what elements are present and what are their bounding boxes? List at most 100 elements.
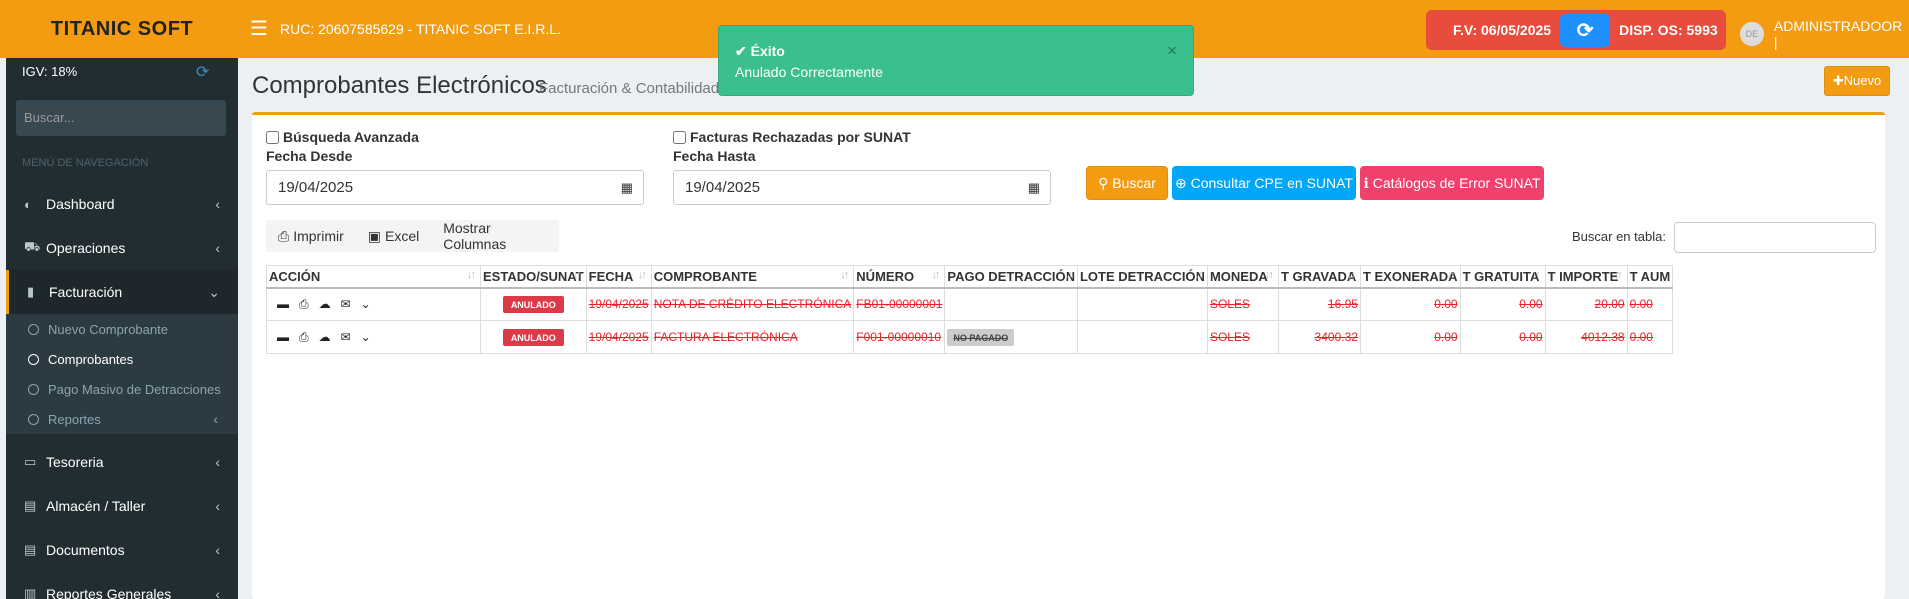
igv-refresh-icon[interactable]: ⟳ <box>196 62 209 82</box>
app-logo[interactable]: TITANIC SOFT <box>0 0 244 58</box>
success-toast: ✔ Éxito Anulado Correctamente × <box>718 25 1194 96</box>
cloud-download-icon[interactable]: ☁ <box>319 330 331 344</box>
table-row: ▬ ⎙ ☁ ✉ ⌄ ANULADO 19/04/2025 FACTURA ELE… <box>266 320 1674 354</box>
print-icon[interactable]: ⎙ <box>299 330 309 345</box>
sidebar-subitem-comprobantes[interactable]: Comprobantes <box>6 344 238 374</box>
col-t-aum[interactable]: T AUM <box>1626 265 1674 289</box>
col-estado[interactable]: ESTADO/SUNAT ↓↑ <box>480 265 587 289</box>
sidebar-item-label: Reportes Generales <box>46 586 172 599</box>
col-fecha[interactable]: FECHA ↓↑ <box>585 265 652 289</box>
col-t-exonerada[interactable]: T EXONERADA ↓↑ <box>1359 265 1461 289</box>
sidebar-item-facturacion[interactable]: ▮ Facturación ⌄ <box>6 270 238 314</box>
sidebar-item-label: Tesoreria <box>46 454 104 470</box>
truck-icon: ⛟ <box>24 239 41 254</box>
circle-icon <box>28 323 39 335</box>
show-columns-button[interactable]: Mostrar Columnas <box>431 220 559 252</box>
user-menu[interactable]: DE ADMINISTRADOOR | <box>1740 18 1909 50</box>
sort-icon: ↓↑ <box>1346 269 1356 281</box>
sort-icon: ↓↑ <box>572 269 582 281</box>
actions-cell: ▬ ⎙ ☁ ✉ ⌄ <box>266 287 481 321</box>
sidebar-search-input[interactable]: Buscar... <box>16 100 226 136</box>
invoice-icon: ▮ <box>27 284 35 299</box>
calendar-icon[interactable]: ▦ <box>621 180 633 196</box>
excel-button[interactable]: ▣ Excel <box>356 228 431 245</box>
chevron-left-icon: ‹ <box>215 498 220 514</box>
numero-cell: F001-00000010 <box>853 320 946 354</box>
col-moneda[interactable]: MONEDA ↓↑ <box>1206 265 1279 289</box>
col-t-importe[interactable]: T IMPORTE ↓↑ <box>1544 265 1628 289</box>
importe-cell: 4012.38 <box>1544 320 1628 354</box>
pago-cell <box>944 287 1078 321</box>
sidebar-item-dashboard[interactable]: ◐ Dashboard ‹ <box>6 182 238 226</box>
main-content: Comprobantes Electrónicos Facturación & … <box>244 58 1909 599</box>
error-catalog-button[interactable]: ℹ Catálogos de Error SUNAT <box>1360 166 1544 200</box>
date-to-field[interactable]: 19/04/2025 ▦ <box>673 170 1051 205</box>
page-subtitle: Facturación & Contabilidad <box>539 80 720 97</box>
email-icon[interactable]: ✉ <box>341 330 351 344</box>
col-pago-detraccion[interactable]: PAGO DETRACCIÓN ↓↑ <box>944 265 1078 289</box>
globe-icon: ⊕ <box>1175 174 1191 191</box>
col-numero[interactable]: NÚMERO ↓↑ <box>853 265 946 289</box>
calendar-icon[interactable]: ▦ <box>1028 180 1040 196</box>
checkbox[interactable] <box>266 130 279 144</box>
sidebar-subitem-pago-masivo[interactable]: Pago Masivo de Detracciones <box>6 374 238 404</box>
chevron-down-icon[interactable]: ⌄ <box>361 297 371 311</box>
status-badge: ANULADO <box>502 328 564 346</box>
ruc-text: RUC: 20607585629 - TITANIC SOFT E.I.R.L. <box>280 21 561 37</box>
checkbox[interactable] <box>673 130 686 144</box>
email-icon[interactable]: ✉ <box>341 297 351 311</box>
sidebar-item-documentos[interactable]: ▤ Documentos ‹ <box>6 528 238 572</box>
fecha-cell: 19/04/2025 <box>585 287 652 321</box>
sidebar-item-almacen[interactable]: ▤ Almacén / Taller ‹ <box>6 484 238 528</box>
numero-cell: FB01-00000001 <box>853 287 946 321</box>
chevron-left-icon: ‹ <box>215 196 220 212</box>
col-accion[interactable]: ACCIÓN ↓↑ <box>266 265 481 289</box>
col-t-gravada[interactable]: T GRAVADA ↓↑ <box>1277 265 1361 289</box>
button-label: Catálogos de Error SUNAT <box>1372 175 1541 191</box>
sidebar-item-label: Operaciones <box>46 240 126 256</box>
close-icon[interactable]: × <box>1167 41 1177 61</box>
sidebar-item-label: Documentos <box>46 542 125 558</box>
date-from-field[interactable]: 19/04/2025 ▦ <box>266 170 644 205</box>
circle-icon <box>28 383 39 395</box>
circle-icon <box>28 353 39 365</box>
col-lote-detraccion[interactable]: LOTE DETRACCIÓN ↓↑ <box>1076 265 1208 289</box>
table-header-row: ACCIÓN ↓↑ ESTADO/SUNAT ↓↑ FECHA ↓↑ COMPROBA… <box>266 265 1674 289</box>
consult-sunat-button[interactable]: ⊕ Consultar CPE en SUNAT <box>1172 166 1356 200</box>
chart-icon: ▥ <box>24 586 37 599</box>
search-icon: ⚲ <box>1098 174 1113 191</box>
refresh-icon[interactable]: ⟳ <box>1560 13 1611 47</box>
menu-toggle-icon[interactable]: ☰ <box>250 16 268 41</box>
ticket-icon[interactable]: ▬ <box>277 297 289 311</box>
ticket-icon[interactable]: ▬ <box>277 330 289 344</box>
sidebar-subitem-nuevo-comprobante[interactable]: Nuevo Comprobante <box>6 314 238 344</box>
col-t-gratuita[interactable]: T GRATUITA ↓↑ <box>1459 265 1546 289</box>
chevron-down-icon[interactable]: ⌄ <box>361 330 371 344</box>
table-row: ▬ ⎙ ☁ ✉ ⌄ ANULADO 19/04/2025 NOTA DE CRÉ… <box>266 287 1674 321</box>
sidebar-subitem-reportes[interactable]: Reportes ‹ <box>6 404 238 434</box>
sidebar-item-reportes-generales[interactable]: ▥ Reportes Generales ‹ <box>6 572 238 599</box>
status-cell: ANULADO <box>480 320 587 354</box>
advanced-search-checkbox[interactable]: Búsqueda Avanzada <box>266 129 419 145</box>
col-comprobante[interactable]: COMPROBANTE ↓↑ <box>650 265 855 289</box>
page-title: Comprobantes Electrónicos <box>252 72 547 99</box>
search-button[interactable]: ⚲ Buscar <box>1086 166 1168 200</box>
date-from-value: 19/04/2025 <box>278 179 354 196</box>
sort-icon: ↓↑ <box>1063 269 1073 281</box>
table-search-input[interactable] <box>1674 222 1876 253</box>
rejected-invoices-checkbox[interactable]: Facturas Rechazadas por SUNAT <box>673 129 911 145</box>
disp-os: DISP. OS: 5993 <box>1619 22 1718 38</box>
actions-cell: ▬ ⎙ ☁ ✉ ⌄ <box>266 320 481 354</box>
chevron-left-icon: ‹ <box>215 454 220 470</box>
sidebar-item-operaciones[interactable]: ⛟ Operaciones ‹ <box>6 226 238 270</box>
sidebar-item-tesoreria[interactable]: ▭ Tesoreria ‹ <box>6 440 238 484</box>
sidebar-item-label: Facturación <box>49 284 123 300</box>
gratuita-cell: 0.00 <box>1459 320 1546 354</box>
new-button[interactable]: ✚Nuevo <box>1824 66 1890 96</box>
status-badge: ANULADO <box>502 295 564 313</box>
subitem-label: Reportes <box>48 411 101 427</box>
chevron-left-icon: ‹ <box>213 411 218 427</box>
cloud-download-icon[interactable]: ☁ <box>319 297 331 311</box>
print-icon[interactable]: ⎙ <box>299 297 309 312</box>
print-button[interactable]: ⎙ Imprimir <box>266 228 356 245</box>
